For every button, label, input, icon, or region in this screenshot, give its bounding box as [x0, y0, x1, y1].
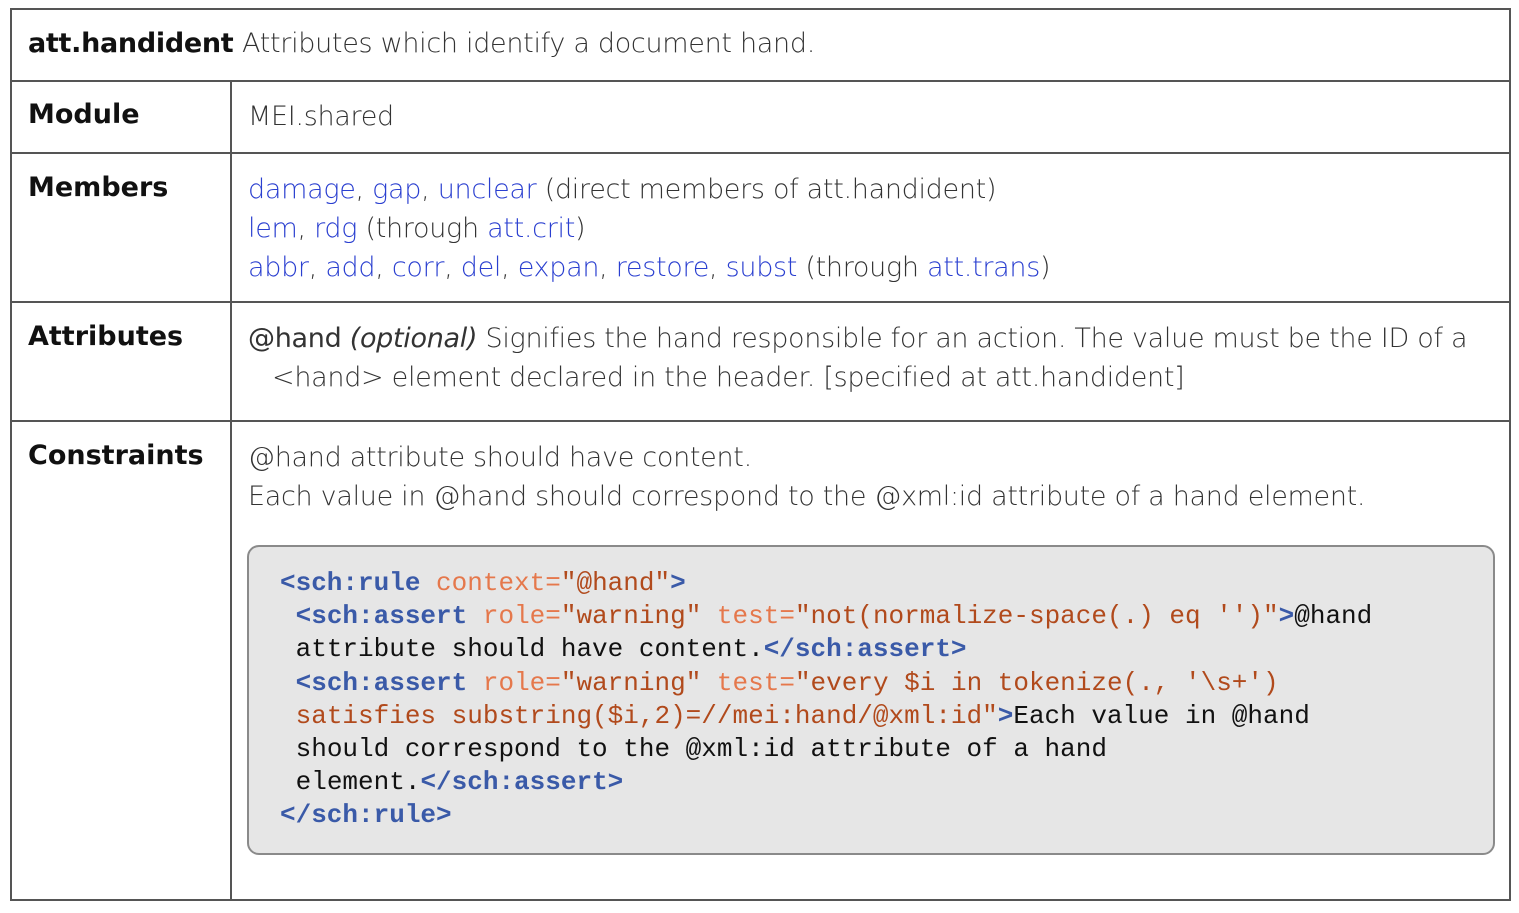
code-assert-open-tag: <sch:assert	[295, 601, 468, 632]
code-message-2a: Each value in @hand	[1013, 700, 1310, 731]
code-test-value-2b: satisfies substring($i,2)=//mei:hand/@xm…	[295, 700, 998, 731]
code-test-value-2a: "every $i in tokenize(., '\s+')	[794, 667, 1279, 698]
code-message-1b: attribute should have content.	[295, 634, 764, 665]
code-test-attr: test=	[716, 667, 795, 698]
members-direct-note: direct members of att.handident	[554, 174, 986, 205]
via-prefix: through	[815, 252, 919, 283]
member-link-unclear[interactable]: unclear	[438, 174, 537, 205]
class-link-att-crit[interactable]: att.crit	[487, 213, 575, 244]
member-link-abbr[interactable]: abbr	[248, 252, 309, 283]
code-role-value: "warning"	[560, 667, 702, 698]
attribute-name: @hand	[248, 323, 342, 354]
code-message-2b: should correspond to the @xml:id attribu…	[295, 734, 1107, 765]
member-link-corr[interactable]: corr	[392, 252, 445, 283]
code-rule-close-tag: </sch:rule>	[280, 800, 452, 831]
spec-header-row: att.handident Attributes which identify …	[12, 10, 1509, 82]
constraints-description: @hand attribute should have content. Eac…	[248, 438, 1495, 516]
code-test-attr: test=	[716, 601, 795, 632]
attribute-description-line1: Signifies the hand responsible for an ac…	[485, 323, 1468, 354]
code-assert-close-tag: </sch:assert>	[420, 767, 624, 798]
code-gt: >	[670, 568, 686, 598]
code-rule-open-tag: <sch:rule	[280, 568, 421, 598]
member-link-expan[interactable]: expan	[518, 252, 600, 283]
constraint-text-2: Each value in @hand should correspond to…	[248, 481, 1366, 512]
module-value: MEI.shared	[248, 101, 394, 132]
code-gt: >	[997, 700, 1014, 731]
attribute-definition: @hand (optional) Signifies the hand resp…	[248, 319, 1495, 397]
member-link-gap[interactable]: gap	[372, 174, 421, 205]
class-link-att-trans[interactable]: att.trans	[927, 252, 1040, 283]
attribute-class-spec-table: att.handident Attributes which identify …	[10, 8, 1511, 901]
members-list: damage, gap, unclear (direct members of …	[248, 170, 1495, 287]
member-link-del[interactable]: del	[461, 252, 502, 283]
constraints-label: Constraints	[28, 440, 204, 471]
code-context-value: "@hand"	[560, 568, 671, 598]
members-label: Members	[28, 172, 169, 203]
module-label: Module	[28, 99, 140, 130]
code-role-value: "warning"	[560, 601, 702, 632]
member-link-add[interactable]: add	[325, 252, 375, 283]
code-message-2c: element.	[295, 767, 421, 798]
via-prefix: through	[375, 213, 479, 244]
member-link-lem[interactable]: lem	[248, 213, 298, 244]
members-line-direct: damage, gap, unclear (direct members of …	[248, 174, 997, 205]
spec-header: att.handident Attributes which identify …	[28, 28, 815, 59]
code-assert-open-tag: <sch:assert	[295, 667, 468, 698]
code-role-attr: role=	[482, 601, 561, 632]
column-divider	[230, 80, 232, 899]
member-link-restore[interactable]: restore	[616, 252, 710, 283]
member-link-rdg[interactable]: rdg	[314, 213, 357, 244]
code-message-1a: @hand	[1294, 601, 1373, 632]
attribute-description-line2: <hand> element declared in the header. […	[272, 362, 1185, 393]
class-description: Attributes which identify a document han…	[242, 28, 815, 59]
members-line-crit: lem, rdg (through att.crit)	[248, 213, 586, 244]
code-listing: <sch:rule context="@hand"> <sch:assert r…	[280, 567, 1372, 833]
code-gt: >	[1278, 601, 1295, 632]
attribute-optional: (optional)	[349, 323, 478, 354]
member-link-subst[interactable]: subst	[726, 252, 798, 283]
code-context-attr: context=	[436, 568, 561, 598]
module-row: Module MEI.shared	[12, 82, 1509, 154]
attributes-label: Attributes	[28, 321, 184, 352]
member-link-damage[interactable]: damage	[248, 174, 356, 205]
members-row: Members damage, gap, unclear (direct mem…	[12, 154, 1509, 303]
code-role-attr: role=	[482, 667, 561, 698]
members-line-trans: abbr, add, corr, del, expan, restore, su…	[248, 252, 1051, 283]
schematron-code-block: <sch:rule context="@hand"> <sch:assert r…	[247, 545, 1495, 855]
class-name: att.handident	[28, 28, 234, 59]
attributes-row: Attributes @hand (optional) Signifies th…	[12, 303, 1509, 422]
code-assert-close-tag: </sch:assert>	[763, 634, 967, 665]
code-test-value-1: "not(normalize-space(.) eq '')"	[794, 601, 1279, 632]
constraint-text-1: @hand attribute should have content.	[248, 442, 752, 473]
